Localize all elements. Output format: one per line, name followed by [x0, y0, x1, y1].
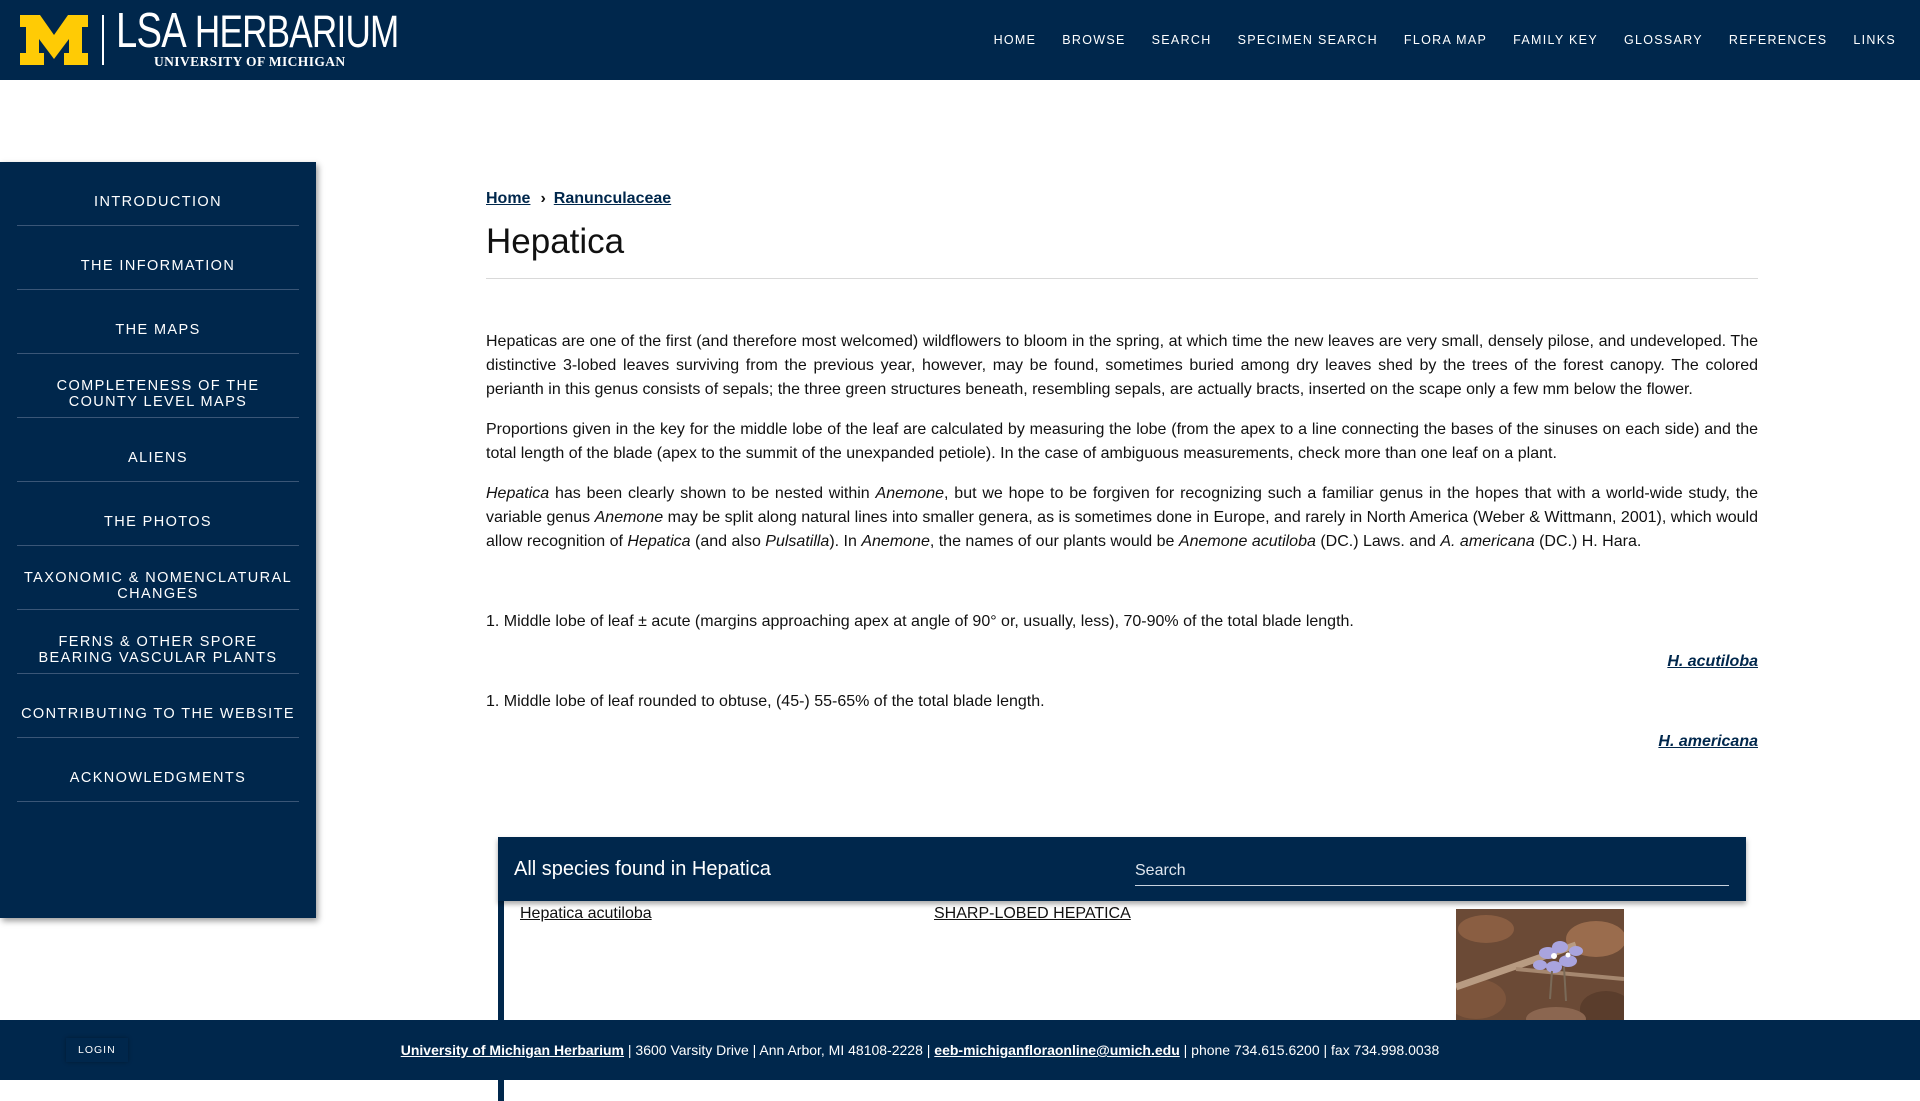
species-common-link[interactable]: SHARP-LOBED HEPATICA: [934, 905, 1131, 923]
footer-address: | 3600 Varsity Drive | Ann Arbor, MI 481…: [624, 1042, 935, 1058]
nav-browse[interactable]: BROWSE: [1062, 33, 1125, 47]
key-couplet-1b: 1. Middle lobe of leaf rounded to obtuse…: [486, 693, 1045, 710]
species-scientific-link[interactable]: Hepatica acutiloba: [520, 905, 652, 923]
species-search-input[interactable]: [1135, 856, 1729, 886]
key-link-americana[interactable]: H. americana: [1658, 733, 1758, 750]
nav-references[interactable]: REFERENCES: [1729, 33, 1827, 47]
main-nav: HOME BROWSE SEARCH SPECIMEN SEARCH FLORA…: [968, 0, 1896, 80]
main-content: Home › Ranunculaceae Hepatica Hepaticas …: [486, 190, 1758, 754]
species-panel-title: All species found in Hepatica: [514, 857, 771, 880]
block-m-logo-icon: [20, 15, 88, 65]
herbarium-logo[interactable]: LSA HERBARIUM UNIVERSITY OF MICHIGAN: [20, 6, 478, 69]
sidebar-item-the-maps[interactable]: THE MAPS: [17, 306, 299, 354]
breadcrumb: Home › Ranunculaceae: [486, 190, 1758, 208]
nav-glossary[interactable]: GLOSSARY: [1624, 33, 1703, 47]
nav-links[interactable]: LINKS: [1853, 33, 1896, 47]
genus-name: Pulsatilla: [765, 533, 830, 550]
genus-name: Hepatica: [486, 485, 550, 502]
footer-herbarium-link[interactable]: University of Michigan Herbarium: [401, 1042, 624, 1058]
intro-paragraph: Hepaticas are one of the first (and ther…: [486, 333, 1758, 398]
species-photo[interactable]: [1456, 909, 1624, 1029]
footer-contact: University of Michigan Herbarium | 3600 …: [0, 1042, 1840, 1058]
logo-divider: [102, 15, 104, 65]
sidebar: INTRODUCTION THE INFORMATION THE MAPS CO…: [0, 162, 316, 918]
proportions-paragraph: Proportions given in the key for the mid…: [486, 421, 1758, 462]
breadcrumb-chevron-icon: ›: [540, 190, 546, 207]
logo-wordmark: LSA HERBARIUM UNIVERSITY OF MICHIGAN: [116, 6, 478, 70]
sidebar-item-aliens[interactable]: ALIENS: [17, 434, 299, 482]
breadcrumb-family-link[interactable]: Ranunculaceae: [554, 190, 671, 208]
footer-email-link[interactable]: eeb-michiganfloraonline@umich.edu: [934, 1042, 1179, 1058]
footer: LOGIN University of Michigan Herbarium |…: [0, 1020, 1920, 1080]
sidebar-item-taxonomic-changes[interactable]: TAXONOMIC & NOMENCLATURAL CHANGES: [17, 562, 299, 610]
sidebar-item-the-photos[interactable]: THE PHOTOS: [17, 498, 299, 546]
hepatica-photo-image: [1456, 909, 1624, 1029]
nav-specimen-search[interactable]: SPECIMEN SEARCH: [1238, 33, 1378, 47]
nav-flora-map[interactable]: FLORA MAP: [1404, 33, 1487, 47]
key-result-1b: H. americana: [486, 730, 1758, 754]
genus-name: Anemone: [594, 509, 664, 526]
nav-family-key[interactable]: FAMILY KEY: [1513, 33, 1598, 47]
nav-search[interactable]: SEARCH: [1152, 33, 1212, 47]
page-title: Hepatica: [486, 222, 1758, 279]
key-link-acutiloba[interactable]: H. acutiloba: [1667, 653, 1758, 670]
breadcrumb-home-link[interactable]: Home: [486, 190, 530, 208]
logo-herbarium: HERBARIUM: [194, 5, 399, 57]
sidebar-item-completeness[interactable]: COMPLETENESS OF THE COUNTY LEVEL MAPS: [17, 370, 299, 418]
sidebar-item-contributing[interactable]: CONTRIBUTING TO THE WEBSITE: [17, 690, 299, 738]
key-couplet-1a: 1. Middle lobe of leaf ± acute (margins …: [486, 613, 1354, 630]
logo-lsa: LSA: [116, 3, 187, 58]
species-name: A. americana: [1440, 533, 1535, 550]
sidebar-item-acknowledgments[interactable]: ACKNOWLEDGMENTS: [17, 754, 299, 802]
genus-name: Anemone: [861, 533, 930, 550]
taxonomy-paragraph: Hepatica has been clearly shown to be ne…: [486, 485, 1759, 550]
sidebar-item-ferns[interactable]: FERNS & OTHER SPORE BEARING VASCULAR PLA…: [17, 626, 299, 674]
species-panel-header: All species found in Hepatica: [498, 837, 1746, 901]
sidebar-item-introduction[interactable]: INTRODUCTION: [17, 178, 299, 226]
sidebar-item-the-information[interactable]: THE INFORMATION: [17, 242, 299, 290]
key-result-1a: H. acutiloba: [486, 650, 1758, 674]
top-header: LSA HERBARIUM UNIVERSITY OF MICHIGAN HOM…: [0, 0, 1920, 80]
nav-home[interactable]: HOME: [994, 33, 1037, 47]
genus-name: Hepatica: [627, 533, 691, 550]
footer-phone-fax: | phone 734.615.6200 | fax 734.998.0038: [1179, 1042, 1440, 1058]
genus-name: Anemone: [875, 485, 945, 502]
species-name: Anemone acutiloba: [1178, 533, 1316, 550]
